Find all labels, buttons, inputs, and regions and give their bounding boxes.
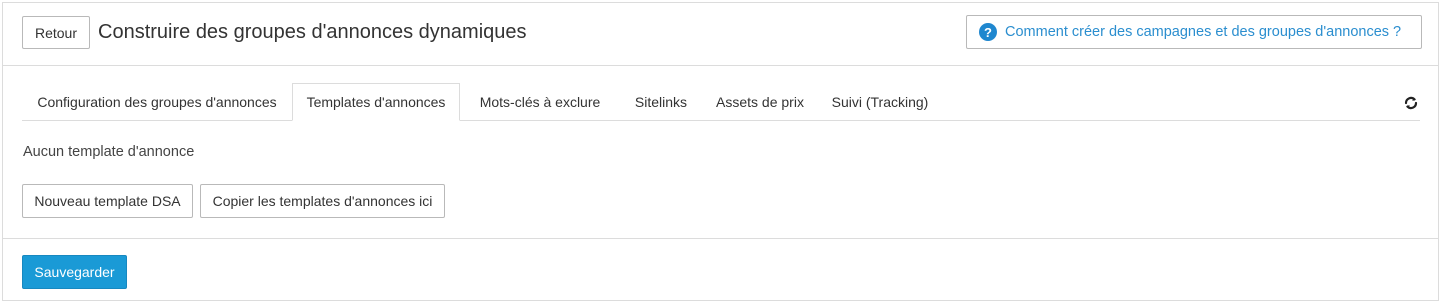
copy-ad-templates-button[interactable]: Copier les templates d'annonces ici xyxy=(200,184,445,218)
footer-divider xyxy=(3,238,1438,239)
refresh-icon[interactable] xyxy=(1402,94,1420,112)
dynamic-ad-groups-panel: Retour Construire des groupes d'annonces… xyxy=(2,2,1439,301)
tab-bar: Configuration des groupes d'annonces Tem… xyxy=(22,83,1420,121)
tab-price-assets[interactable]: Assets de prix xyxy=(702,83,818,121)
help-link[interactable]: ? Comment créer des campagnes et des gro… xyxy=(966,15,1422,49)
tab-sitelinks[interactable]: Sitelinks xyxy=(620,83,702,121)
tab-ad-group-configuration[interactable]: Configuration des groupes d'annonces xyxy=(22,83,292,121)
empty-templates-message: Aucun template d'annonce xyxy=(23,144,195,160)
tab-ad-templates[interactable]: Templates d'annonces xyxy=(292,83,460,121)
help-link-label: Comment créer des campagnes et des group… xyxy=(1005,24,1402,40)
panel-header: Retour Construire des groupes d'annonces… xyxy=(3,3,1438,66)
page-title: Construire des groupes d'annonces dynami… xyxy=(98,21,527,43)
tab-negative-keywords[interactable]: Mots-clés à exclure xyxy=(460,83,620,121)
back-button[interactable]: Retour xyxy=(22,16,90,49)
new-dsa-template-button[interactable]: Nouveau template DSA xyxy=(22,184,193,218)
tab-tracking[interactable]: Suivi (Tracking) xyxy=(818,83,942,121)
question-circle-icon: ? xyxy=(979,23,997,41)
save-button[interactable]: Sauvegarder xyxy=(22,255,127,289)
